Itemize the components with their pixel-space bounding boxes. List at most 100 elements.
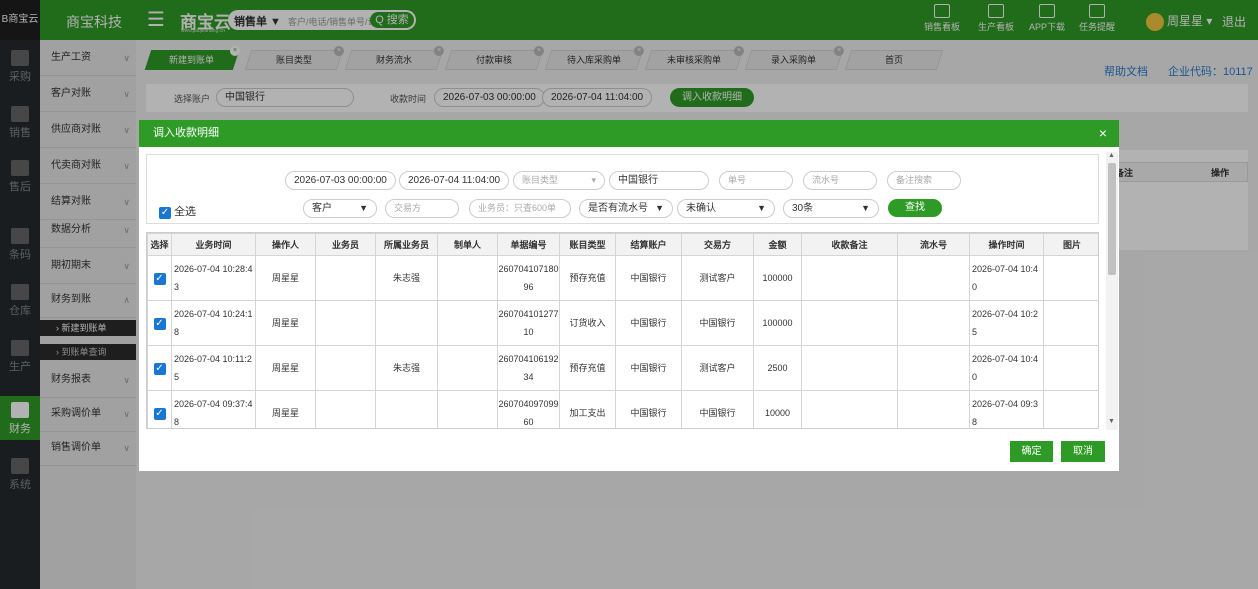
row-checkbox[interactable]: ✓ (147, 300, 172, 346)
col-op-time: 操作时间 (969, 233, 1044, 256)
cell-receipt-remark (801, 300, 898, 346)
cell-image (1043, 300, 1098, 346)
cell-amount: 10000 (753, 390, 802, 428)
end-time-input[interactable]: 2026-07-04 11:04:00 (399, 171, 510, 190)
receipts-table: 选择 业务时间 操作人 业务员 所属业务员 制单人 单据编号 账目类型 结算账户… (146, 232, 1099, 429)
cell-receipt-remark (801, 390, 898, 428)
col-select: 选择 (147, 233, 172, 256)
table-row[interactable]: ✓ 2026-07-04 10:24:18 周星星 26070410127710… (147, 300, 1098, 346)
counterparty-input[interactable]: 交易方 (385, 199, 459, 218)
customer-select[interactable]: 客户 ▼ (303, 199, 377, 218)
page-size-select[interactable]: 30条 ▼ (783, 199, 879, 218)
col-business-time: 业务时间 (171, 233, 256, 256)
cell-doc-no: 26070409709960 (497, 390, 560, 428)
close-icon[interactable]: × (1099, 120, 1107, 147)
select-all-label: 全选 (174, 206, 197, 218)
cell-op-time: 2026-07-04 10:40 (969, 255, 1044, 301)
start-time-input[interactable]: 2026-07-03 00:00:00 (285, 171, 396, 190)
cell-counterparty: 测试客户 (681, 345, 754, 391)
cell-image (1043, 390, 1098, 428)
col-maker: 制单人 (437, 233, 498, 256)
row-checkbox[interactable]: ✓ (147, 390, 172, 428)
cell-settle-account: 中国银行 (615, 300, 682, 346)
cell-salesman (315, 300, 376, 346)
table-header-row: 选择 业务时间 操作人 业务员 所属业务员 制单人 单据编号 账目类型 结算账户… (147, 233, 1098, 256)
account-select[interactable]: 中国银行 (609, 171, 709, 190)
col-image: 图片 (1043, 233, 1098, 256)
cell-counterparty: 测试客户 (681, 255, 754, 301)
order-no-input[interactable]: 单号 (719, 171, 793, 190)
cell-doc-no: 26070410127710 (497, 300, 560, 346)
chevron-down-icon: ▼ (655, 203, 664, 213)
modal-scrollbar[interactable]: ▲ ▼ (1106, 152, 1118, 430)
col-owner-salesman: 所属业务员 (375, 233, 438, 256)
cell-maker (437, 300, 498, 346)
serial-no-input[interactable]: 流水号 (803, 171, 877, 190)
cell-settle-account: 中国银行 (615, 255, 682, 301)
cell-owner-salesman: 朱志强 (375, 345, 438, 391)
col-doc-no: 单据编号 (497, 233, 560, 256)
checkbox-checked-icon: ✓ (153, 363, 166, 375)
modal-title: 调入收款明细 (153, 127, 219, 139)
modal-header: 调入收款明细 × (139, 120, 1119, 147)
table-row[interactable]: ✓ 2026-07-04 10:28:43 周星星 朱志强 2607041071… (147, 255, 1098, 301)
chevron-down-icon: ▼ (359, 203, 368, 213)
cell-maker (437, 255, 498, 301)
find-button[interactable]: 查找 (888, 199, 942, 217)
cell-amount: 100000 (753, 300, 802, 346)
cell-business-time: 2026-07-04 10:11:25 (171, 345, 256, 391)
cell-doc-no: 26070410718096 (497, 255, 560, 301)
cell-image (1043, 345, 1098, 391)
chevron-down-icon: ▼ (861, 203, 870, 213)
cell-amount: 2500 (753, 345, 802, 391)
cell-op-time: 2026-07-04 09:38 (969, 390, 1044, 428)
cancel-button[interactable]: 取消 (1061, 441, 1105, 462)
cell-account-type: 加工支出 (559, 390, 616, 428)
chevron-down-icon: ▼ (757, 203, 766, 213)
has-serial-value: 是否有流水号 (588, 203, 648, 214)
remark-search-input[interactable]: 备注搜索 (887, 171, 961, 190)
import-receipts-modal: 调入收款明细 × 2026-07-03 00:00:00 2026-07-04 … (139, 120, 1119, 471)
cell-maker (437, 390, 498, 428)
row-checkbox[interactable]: ✓ (147, 255, 172, 301)
checkbox-checked-icon: ✓ (159, 207, 171, 219)
col-receipt-remark: 收款备注 (801, 233, 898, 256)
cell-business-time: 2026-07-04 10:28:43 (171, 255, 256, 301)
cell-serial-no (897, 345, 970, 391)
col-salesman: 业务员 (315, 233, 376, 256)
scroll-up-icon[interactable]: ▲ (1108, 152, 1115, 159)
cell-amount: 100000 (753, 255, 802, 301)
cell-settle-account: 中国银行 (615, 345, 682, 391)
cell-serial-no (897, 390, 970, 428)
table-row[interactable]: ✓ 2026-07-04 10:11:25 周星星 朱志强 2607041061… (147, 345, 1098, 391)
cell-receipt-remark (801, 345, 898, 391)
cell-business-time: 2026-07-04 10:24:18 (171, 300, 256, 346)
cell-counterparty: 中国银行 (681, 300, 754, 346)
cell-owner-salesman: 朱志强 (375, 255, 438, 301)
account-type-select[interactable]: 账目类型 ▾ (513, 171, 605, 190)
cell-salesman (315, 390, 376, 428)
cell-owner-salesman (375, 300, 438, 346)
table-row[interactable]: ✓ 2026-07-04 09:37:48 周星星 26070409709960… (147, 390, 1098, 428)
has-serial-select[interactable]: 是否有流水号 ▼ (579, 199, 673, 218)
cell-counterparty: 中国银行 (681, 390, 754, 428)
col-counterparty: 交易方 (681, 233, 754, 256)
scroll-down-icon[interactable]: ▼ (1108, 418, 1115, 425)
cell-image (1043, 255, 1098, 301)
cell-business-time: 2026-07-04 09:37:48 (171, 390, 256, 428)
customer-value: 客户 (312, 203, 332, 214)
row-checkbox[interactable]: ✓ (147, 345, 172, 391)
salesman-input[interactable]: 业务员：只查600单 (469, 199, 571, 218)
scrollbar-thumb[interactable] (1108, 163, 1116, 275)
cell-operator: 周星星 (255, 255, 316, 301)
confirm-button[interactable]: 确定 (1010, 441, 1053, 462)
checkbox-checked-icon: ✓ (153, 273, 166, 285)
cell-account-type: 预存充值 (559, 255, 616, 301)
cell-account-type: 订货收入 (559, 300, 616, 346)
status-value: 未确认 (686, 203, 716, 214)
status-select[interactable]: 未确认 ▼ (677, 199, 775, 218)
modal-filter-panel: 2026-07-03 00:00:00 2026-07-04 11:04:00 … (146, 154, 1099, 224)
select-all-checkbox[interactable]: ✓ 全选 (159, 203, 196, 219)
col-serial-no: 流水号 (897, 233, 970, 256)
chevron-down-icon: ▾ (591, 175, 596, 185)
